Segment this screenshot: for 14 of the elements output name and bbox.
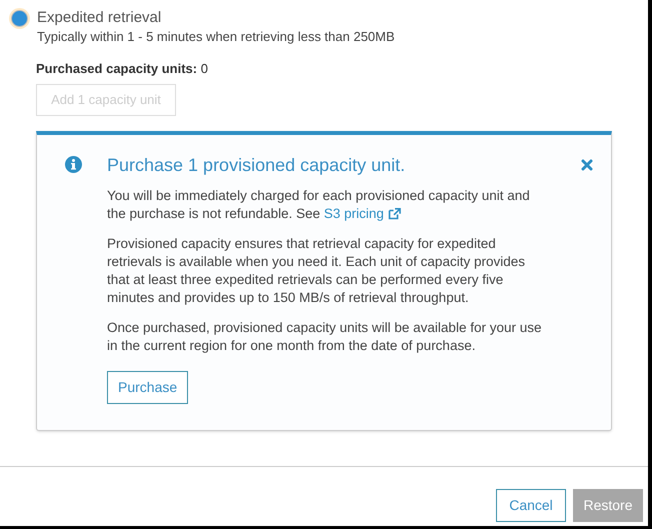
info-icon <box>65 156 82 173</box>
option-label: Expedited retrieval <box>37 9 162 26</box>
alert-title: Purchase 1 provisioned capacity unit. <box>107 154 406 176</box>
cancel-button[interactable]: Cancel <box>496 489 566 522</box>
alert-paragraph: You will be immediately charged for each provisioned capacity unit and the purchase is not refundable. See S3 pricing <box>107 187 531 223</box>
option-description: Typically within 1 - 5 minutes when retrieving less than 250MB <box>37 29 395 44</box>
purchase-button[interactable]: Purchase <box>107 371 188 404</box>
radio-button[interactable] <box>11 10 28 27</box>
capacity-count: Purchased capacity units: 0 <box>36 61 209 76</box>
alert-paragraph: Once purchased, provisioned capacity units will be available for your use in the current region for one month from the date of purchase. <box>107 319 542 355</box>
external-link-icon <box>388 208 401 220</box>
alert-paragraph: Provisioned capacity ensures that retrieval capacity for expedited retrievals is available when you need it. Each unit of capacity provides that at least three expedited retrievals can be performed every five minutes and provides up to 150 MB/s of retrieval throughput. <box>107 235 526 307</box>
pricing-link[interactable]: S3 pricing <box>324 205 401 223</box>
close-icon[interactable] <box>581 159 593 171</box>
